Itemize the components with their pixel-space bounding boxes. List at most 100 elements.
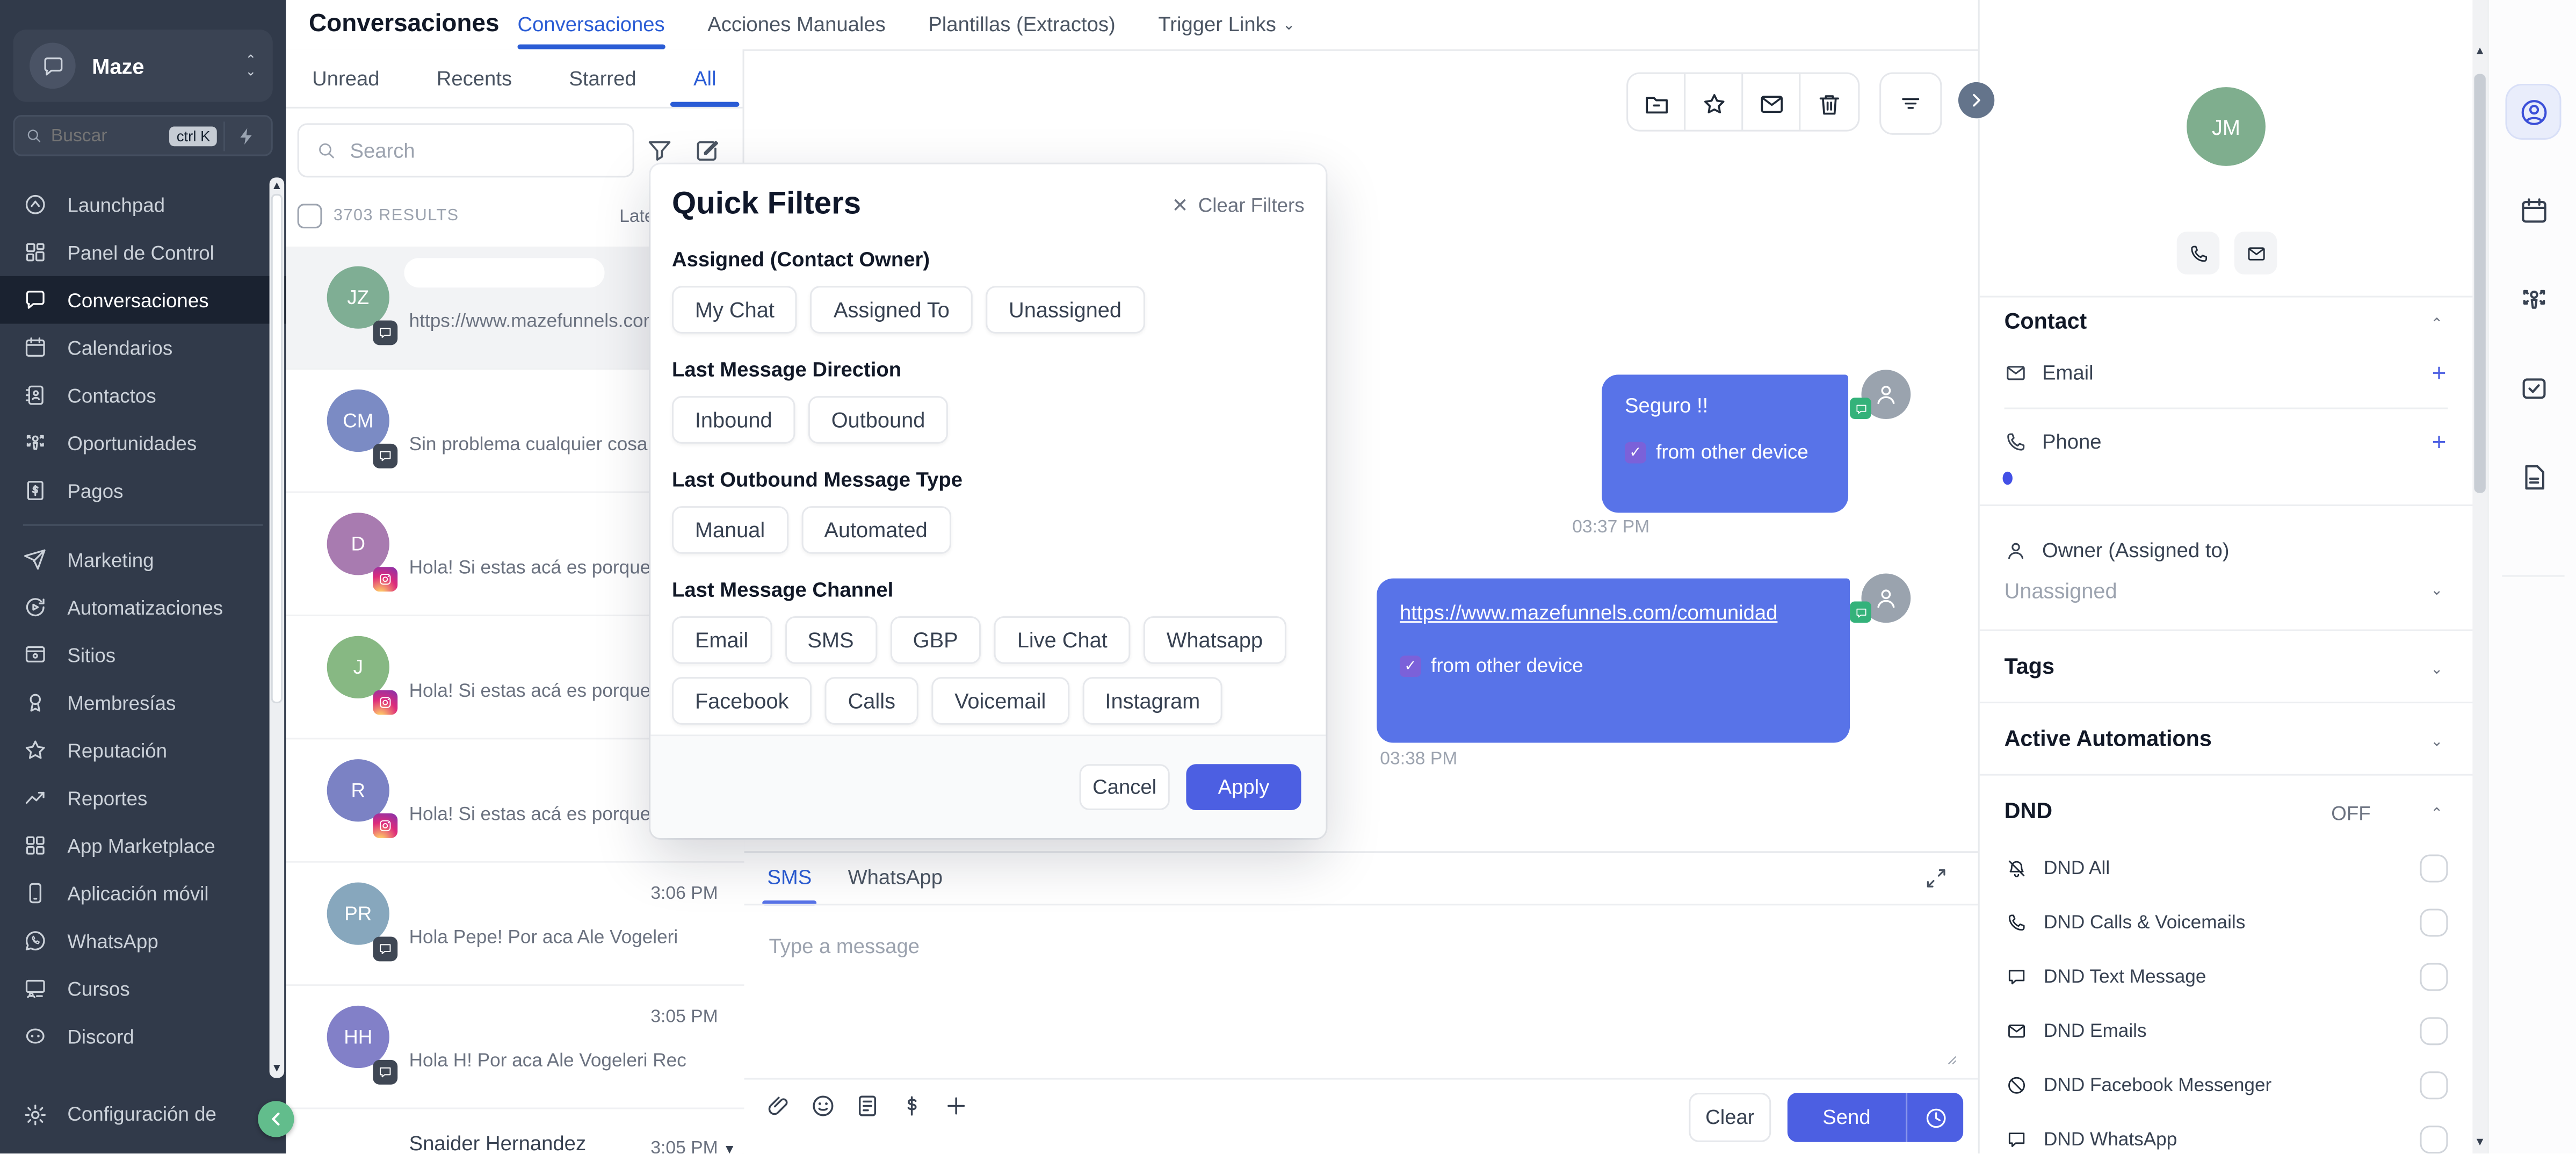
workspace-switcher[interactable]: Maze ⌃⌄	[13, 30, 272, 102]
quick-actions-button[interactable]	[223, 121, 261, 150]
sidebar-item-launchpad[interactable]: Launchpad	[0, 181, 286, 228]
chevron-up-icon[interactable]: ⌃	[2430, 805, 2443, 824]
chevron-up-icon[interactable]: ⌃	[2430, 315, 2443, 334]
add-phone-button[interactable]: +	[2432, 432, 2447, 455]
scroll-up-icon[interactable]: ▲	[2472, 46, 2487, 57]
sidebar-item-aplicaci-n-m-vil[interactable]: Aplicación móvil	[0, 869, 286, 917]
rail-item-check-square[interactable]	[2507, 362, 2560, 414]
sidebar-item-cursos[interactable]: Cursos	[0, 964, 286, 1012]
list-tab-all[interactable]: All	[693, 49, 717, 107]
dnd-toggle[interactable]	[2420, 1126, 2448, 1153]
folder-button[interactable]	[1628, 74, 1685, 132]
sidebar-item-conversaciones[interactable]: Conversaciones	[0, 276, 286, 324]
rail-item-calendar[interactable]	[2507, 184, 2560, 237]
smiley-icon[interactable]	[810, 1093, 836, 1119]
star-button[interactable]	[1685, 74, 1743, 132]
rail-item-person-circle[interactable]	[2507, 85, 2560, 138]
composer-tab-whatsapp[interactable]: WhatsApp	[848, 866, 943, 905]
clear-filters-button[interactable]: ✕ Clear Filters	[1172, 194, 1305, 217]
resize-handle-icon[interactable]	[1942, 1050, 1958, 1067]
chevron-down-icon[interactable]: ⌄	[2430, 582, 2443, 600]
plus-icon[interactable]	[943, 1093, 969, 1119]
tab-conversaciones[interactable]: Conversaciones	[517, 0, 664, 49]
sidebar-item-settings[interactable]: Configuración de	[0, 1090, 286, 1139]
chevron-down-icon[interactable]: ⌄	[2430, 661, 2443, 679]
filter-chip-email[interactable]: Email	[672, 616, 771, 664]
filter-chip-calls[interactable]: Calls	[825, 677, 918, 725]
sidebar-item-oportunidades[interactable]: Oportunidades	[0, 419, 286, 467]
sidebar-item-contactos[interactable]: Contactos	[0, 371, 286, 419]
tab-acciones-manuales[interactable]: Acciones Manuales	[707, 0, 886, 49]
message-input[interactable]: Type a message	[769, 935, 920, 958]
filter-chip-unassigned[interactable]: Unassigned	[986, 286, 1145, 334]
filter-chip-facebook[interactable]: Facebook	[672, 677, 812, 725]
sidebar-search[interactable]: ctrl K	[13, 115, 272, 156]
trash-button[interactable]	[1800, 74, 1858, 132]
list-tab-recents[interactable]: Recents	[437, 49, 512, 107]
dnd-toggle[interactable]	[2420, 1071, 2448, 1099]
conversation-row[interactable]: PRHola Pepe! Por aca Ale Vogeleri3:06 PM	[286, 863, 744, 986]
conversation-row[interactable]: Snaider Hernandez3:05 PM▼	[286, 1109, 744, 1154]
sidebar-item-whatsapp[interactable]: WhatsApp	[0, 917, 286, 965]
expand-icon[interactable]	[1924, 866, 1949, 891]
add-email-button[interactable]: +	[2432, 363, 2447, 386]
filter-chip-sms[interactable]: SMS	[785, 616, 877, 664]
sidebar-item-membres-as[interactable]: Membresías	[0, 679, 286, 726]
filter-chip-manual[interactable]: Manual	[672, 506, 788, 554]
filter-chip-voicemail[interactable]: Voicemail	[931, 677, 1069, 725]
message-link[interactable]: https://www.mazefunnels.com/comunidad	[1400, 598, 1827, 628]
owner-select[interactable]: Unassigned	[2005, 579, 2117, 603]
sidebar-item-marketing[interactable]: Marketing	[0, 536, 286, 583]
select-all-checkbox[interactable]	[298, 204, 322, 228]
sidebar-item-reputaci-n[interactable]: Reputación	[0, 726, 286, 774]
sidebar-item-app-marketplace[interactable]: App Marketplace	[0, 821, 286, 869]
sidebar-item-panel-de-control[interactable]: Panel de Control	[0, 228, 286, 276]
filter-chip-my-chat[interactable]: My Chat	[672, 286, 798, 334]
panel-scrollbar[interactable]: ▲ ▼	[2472, 0, 2487, 1153]
sidebar-search-input[interactable]	[43, 126, 170, 146]
send-button[interactable]: Send	[1788, 1093, 1963, 1142]
scroll-up-icon[interactable]: ▲	[270, 181, 285, 192]
sidebar-item-reportes[interactable]: Reportes	[0, 774, 286, 822]
dnd-toggle[interactable]	[2420, 908, 2448, 936]
email-contact-button[interactable]	[2234, 232, 2277, 275]
dnd-toggle[interactable]	[2420, 963, 2448, 991]
paperclip-icon[interactable]	[765, 1093, 792, 1119]
schedule-send-button[interactable]	[1907, 1105, 1963, 1130]
sidebar-scroll-thumb[interactable]	[271, 194, 283, 703]
conversation-search-input[interactable]	[337, 137, 583, 163]
compose-icon[interactable]	[693, 136, 721, 164]
apply-button[interactable]: Apply	[1186, 764, 1301, 810]
tab-trigger-links[interactable]: Trigger Links⌄	[1158, 0, 1295, 49]
dnd-toggle[interactable]	[2420, 855, 2448, 883]
tab-plantillas-extractos-[interactable]: Plantillas (Extractos)	[928, 0, 1116, 49]
panel-scroll-thumb[interactable]	[2474, 74, 2485, 493]
filter-chip-outbound[interactable]: Outbound	[808, 396, 948, 444]
filter-chip-assigned-to[interactable]: Assigned To	[811, 286, 973, 334]
cancel-button[interactable]: Cancel	[1080, 764, 1170, 810]
composer-tab-sms[interactable]: SMS	[767, 866, 812, 905]
sidebar-scrollbar[interactable]: ▲ ▼	[270, 177, 285, 1078]
sidebar-collapse-button[interactable]	[258, 1101, 294, 1137]
template-icon[interactable]	[855, 1093, 881, 1119]
sidebar-item-pagos[interactable]: Pagos	[0, 467, 286, 515]
scroll-down-icon[interactable]: ▼	[723, 1142, 736, 1153]
sidebar-item-calendarios[interactable]: Calendarios	[0, 324, 286, 372]
phone-field[interactable]: Phone	[2005, 430, 2102, 453]
conversation-row[interactable]: HHHola H! Por aca Ale Vogeleri Rec3:05 P…	[286, 986, 744, 1109]
sidebar-item-sitios[interactable]: Sitios	[0, 631, 286, 679]
scroll-down-icon[interactable]: ▼	[270, 1063, 285, 1074]
clear-button[interactable]: Clear	[1689, 1093, 1771, 1142]
email-field[interactable]: Email	[2005, 362, 2094, 385]
next-conversation-button[interactable]	[1958, 82, 1994, 118]
conversation-search[interactable]	[298, 123, 634, 177]
filter-chip-live-chat[interactable]: Live Chat	[994, 616, 1131, 664]
rail-item-opportunities[interactable]	[2507, 273, 2560, 326]
sidebar-item-automatizaciones[interactable]: Automatizaciones	[0, 583, 286, 631]
list-tab-starred[interactable]: Starred	[569, 49, 636, 107]
mail-button[interactable]	[1743, 74, 1800, 132]
list-tab-unread[interactable]: Unread	[312, 49, 379, 107]
chat-filter-button[interactable]	[1879, 73, 1942, 135]
rail-item-file[interactable]	[2507, 450, 2560, 503]
filter-chip-instagram[interactable]: Instagram	[1082, 677, 1223, 725]
